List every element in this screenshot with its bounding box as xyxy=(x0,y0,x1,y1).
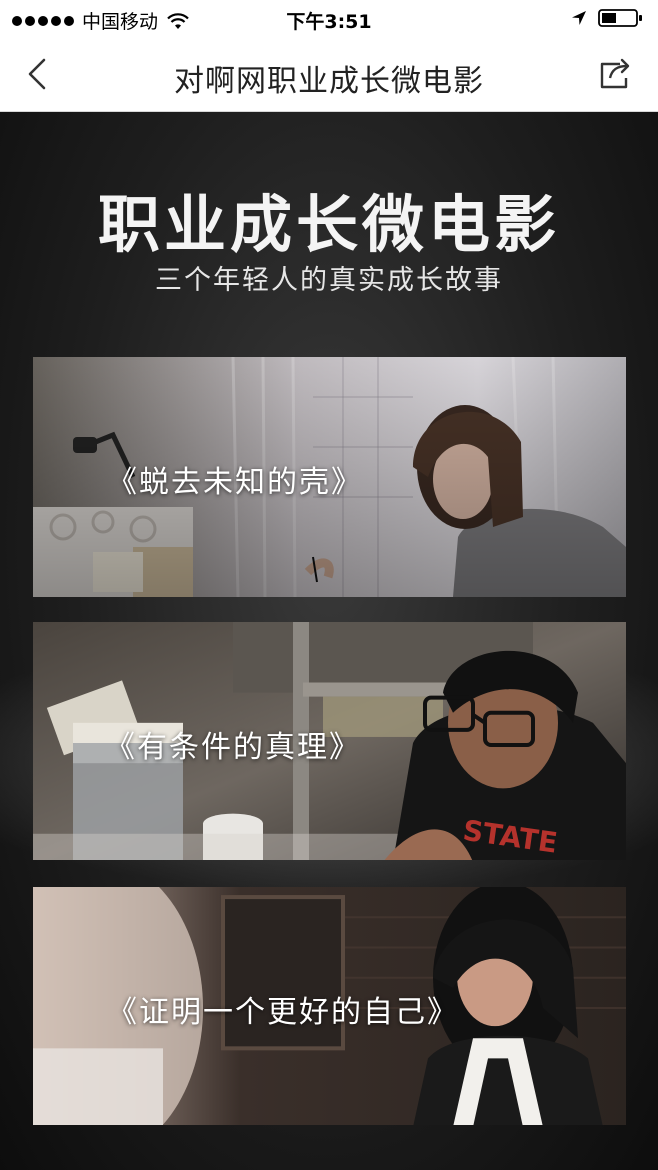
main-content: 职业成长微电影 三个年轻人的真实成长故事 《蜕去未知的壳》 STATE 《有条件… xyxy=(0,112,658,1170)
page-title: 对啊网职业成长微电影 xyxy=(174,64,484,99)
share-button[interactable] xyxy=(598,56,634,92)
film-3-title: 《证明一个更好的自己》 xyxy=(107,995,459,1030)
status-bar: 中国移动 下午3:51 xyxy=(0,0,658,38)
wifi-icon xyxy=(167,12,189,29)
film-card-1[interactable]: 《蜕去未知的壳》 xyxy=(33,357,626,597)
film-card-3[interactable]: 《证明一个更好的自己》 xyxy=(33,887,626,1125)
location-arrow-icon xyxy=(572,11,586,25)
film-card-2[interactable]: STATE 《有条件的真理》 xyxy=(33,622,626,860)
hero-title: 职业成长微电影 xyxy=(97,188,560,261)
status-right xyxy=(570,8,644,28)
film-1-title: 《蜕去未知的壳》 xyxy=(107,465,363,500)
signal-icon xyxy=(12,15,74,26)
battery-icon xyxy=(598,9,642,27)
status-left: 中国移动 xyxy=(12,7,190,34)
navigation-bar: 对啊网职业成长微电影 xyxy=(0,38,658,112)
carrier-name: 中国移动 xyxy=(82,11,159,33)
hero-subtitle: 三个年轻人的真实成长故事 xyxy=(155,265,503,296)
film-2-title: 《有条件的真理》 xyxy=(105,730,361,765)
